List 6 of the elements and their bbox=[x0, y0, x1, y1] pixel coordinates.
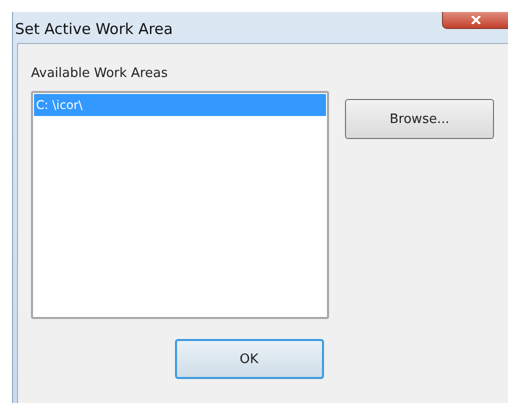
close-button[interactable] bbox=[442, 12, 508, 29]
list-label: Available Work Areas bbox=[31, 66, 168, 81]
close-icon bbox=[470, 16, 482, 24]
browse-button[interactable]: Browse... bbox=[345, 99, 494, 139]
ok-button[interactable]: OK bbox=[174, 339, 324, 379]
window-title: Set Active Work Area bbox=[14, 19, 173, 38]
